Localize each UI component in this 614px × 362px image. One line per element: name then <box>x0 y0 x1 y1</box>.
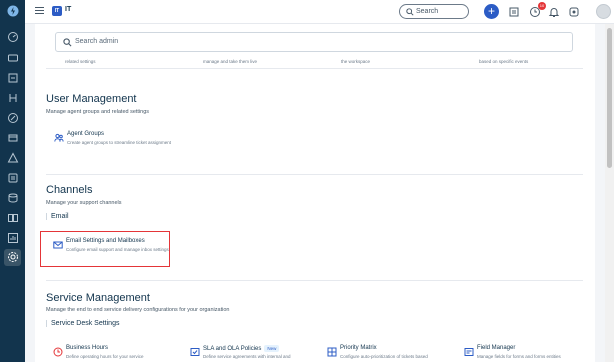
updates-icon[interactable]: 10 <box>529 2 546 17</box>
dashboard-icon[interactable] <box>6 31 19 44</box>
email-settings-title: Email Settings and Mailboxes <box>66 238 145 244</box>
priority-matrix-title: Priority Matrix <box>340 345 377 351</box>
menu-icon[interactable] <box>35 7 44 16</box>
top-header: IT IT Search + 10 <box>25 0 614 24</box>
priority-matrix-card[interactable]: Priority Matrix Configure auto-prioritiz… <box>327 344 457 362</box>
alerts-icon[interactable] <box>6 152 19 165</box>
prev-card-desc-4: based on specific events <box>479 59 529 64</box>
service-management-title: Service Management <box>46 292 150 304</box>
agent-groups-description: Create agent groups to streamline ticket… <box>67 140 172 145</box>
sla-ola-title: SLA and OLA Policies <box>203 346 262 352</box>
section-divider <box>46 174 583 175</box>
business-hours-title: Business Hours <box>66 345 109 351</box>
freshservice-logo-icon[interactable] <box>6 5 19 18</box>
scrollbar-thumb[interactable] <box>607 28 612 168</box>
channels-description: Manage your support channels <box>46 200 122 206</box>
email-subsection-heading: Email <box>46 213 69 220</box>
sla-ola-description: Define service agreements with internal … <box>203 354 291 359</box>
field-manager-title: Field Manager <box>477 345 516 351</box>
agent-groups-icon <box>54 130 64 142</box>
changes-icon[interactable] <box>6 92 19 105</box>
business-hours-description: Define operating hours for your service <box>66 354 144 359</box>
workspace-name[interactable]: IT <box>65 6 71 13</box>
new-badge: New <box>264 345 280 352</box>
channels-title: Channels <box>46 184 93 196</box>
admin-content: Search admin related settings manage and… <box>35 24 595 362</box>
new-item-button[interactable]: + <box>484 4 499 19</box>
catalog-icon[interactable] <box>508 5 520 17</box>
section-divider <box>46 280 583 281</box>
notification-count-badge: 10 <box>538 2 546 10</box>
agent-groups-card[interactable]: Agent Groups Create agent groups to stre… <box>54 130 184 158</box>
tickets-icon[interactable] <box>6 52 19 65</box>
field-manager-description: Manage fields for forms and forms entiti… <box>477 354 561 359</box>
database-icon[interactable] <box>6 192 19 205</box>
clock-icon <box>53 344 63 357</box>
global-search-button[interactable]: Search <box>399 4 469 19</box>
agent-groups-title: Agent Groups <box>67 131 105 137</box>
email-settings-description: Configure email support and manage inbox… <box>66 247 169 252</box>
sla-ola-card[interactable]: SLA and OLA Policies New Define service a… <box>190 344 320 362</box>
sla-icon <box>190 344 200 356</box>
business-hours-card[interactable]: Business Hours Define operating hours fo… <box>53 344 183 362</box>
global-search-label: Search <box>416 8 439 15</box>
page-scrollbar[interactable] <box>605 24 614 362</box>
projects-icon[interactable] <box>6 132 19 145</box>
mail-icon <box>53 237 63 249</box>
admin-gear-icon[interactable] <box>4 249 21 266</box>
service-management-description: Manage the end to end service delivery c… <box>46 307 230 313</box>
admin-search-placeholder: Search admin <box>75 38 119 45</box>
prev-card-desc-2: manage and take them live <box>203 59 258 64</box>
email-settings-card[interactable]: Email Settings and Mailboxes Configure e… <box>53 237 183 265</box>
user-management-title: User Management <box>46 93 137 105</box>
assets-icon[interactable] <box>6 172 19 185</box>
matrix-icon <box>327 344 337 357</box>
solutions-icon[interactable] <box>6 212 19 225</box>
reports-icon[interactable] <box>6 232 19 245</box>
problems-icon[interactable] <box>6 72 19 85</box>
left-navigation <box>0 0 25 362</box>
bell-icon[interactable] <box>548 5 560 17</box>
field-manager-card[interactable]: Field Manager Manage fields for forms an… <box>464 344 594 362</box>
admin-search-input[interactable]: Search admin <box>55 32 573 52</box>
releases-icon[interactable] <box>6 112 19 125</box>
user-avatar[interactable] <box>596 4 611 19</box>
user-management-description: Manage agent groups and related settings <box>46 109 150 115</box>
field-manager-icon <box>464 344 474 356</box>
service-desk-settings-heading: Service Desk Settings <box>46 320 119 327</box>
search-icon <box>63 38 72 47</box>
section-divider <box>46 68 583 69</box>
sla-ola-title-row: SLA and OLA Policies New <box>203 345 280 352</box>
prev-card-desc-3: the workspace <box>341 59 371 64</box>
search-icon <box>406 8 414 16</box>
workspace-badge[interactable]: IT <box>52 6 62 16</box>
apps-icon[interactable] <box>568 5 580 17</box>
priority-matrix-description: Configure auto-prioritization of tickets… <box>340 354 428 359</box>
prev-card-desc-1: related settings <box>65 59 96 64</box>
